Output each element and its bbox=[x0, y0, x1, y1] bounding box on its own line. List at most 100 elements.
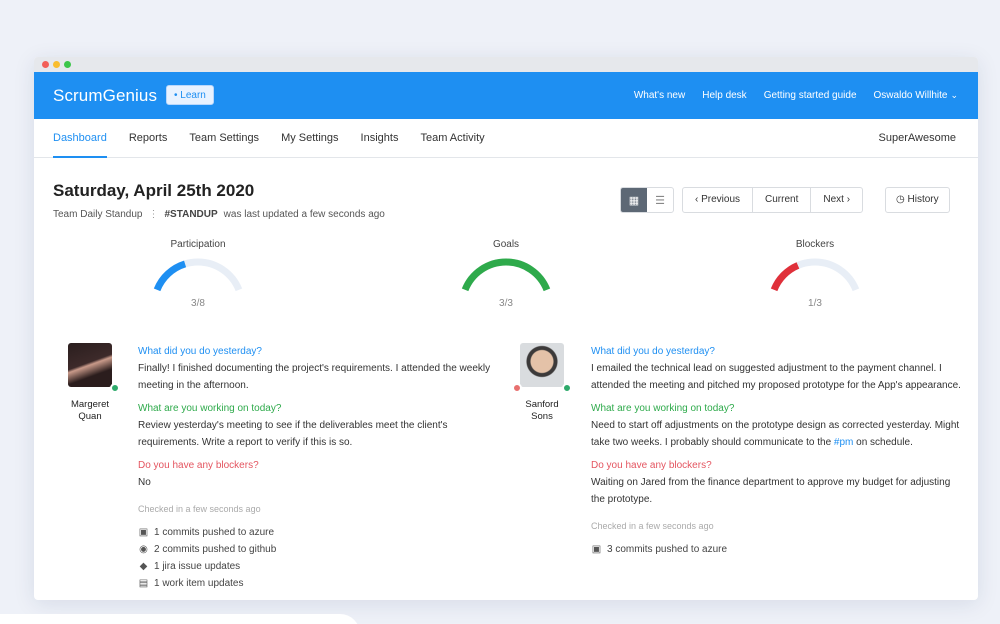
app-window: ScrumGenius • Learn What's new Help desk… bbox=[34, 57, 978, 600]
close-window-icon[interactable] bbox=[42, 61, 49, 68]
online-status-icon bbox=[110, 383, 120, 393]
whats-new-link[interactable]: What's new bbox=[634, 90, 685, 101]
decorative-shape bbox=[0, 614, 360, 624]
checked-in-time: Checked in a few seconds ago bbox=[138, 504, 261, 514]
activity-text: 1 jira issue updates bbox=[154, 561, 241, 572]
gauge-value: 1/3 bbox=[808, 298, 822, 309]
answer-blockers: No bbox=[138, 477, 151, 488]
answer-yesterday: I emailed the technical lead on suggeste… bbox=[591, 363, 961, 391]
azure-icon: ▣ bbox=[591, 544, 602, 555]
gauge-value: 3/8 bbox=[191, 298, 205, 309]
member-last-name: Quan bbox=[78, 411, 102, 422]
grid-view-icon[interactable]: ▦ bbox=[621, 188, 647, 212]
question-yesterday: What did you do yesterday? bbox=[591, 346, 715, 357]
blockers-arc bbox=[770, 258, 860, 292]
member-name: Margeret Quan bbox=[60, 399, 120, 423]
top-navbar: ScrumGenius • Learn What's new Help desk… bbox=[34, 72, 978, 119]
chevron-right-icon: › bbox=[843, 194, 851, 205]
question-blockers: Do you have any blockers? bbox=[138, 460, 259, 471]
activity-text: 3 commits pushed to azure bbox=[607, 544, 728, 555]
user-name: Oswaldo Willhite bbox=[873, 90, 948, 101]
gauge-label: Blockers bbox=[795, 239, 835, 250]
github-icon: ◉ bbox=[139, 544, 148, 555]
member-name: Sanford Sons bbox=[512, 399, 572, 423]
gauge-label: Participation bbox=[170, 239, 226, 250]
question-today: What are you working on today? bbox=[591, 403, 735, 414]
activity-item[interactable]: ▣ 1 commits pushed to azure bbox=[138, 524, 510, 541]
tenant-name[interactable]: SuperAwesome bbox=[879, 119, 956, 158]
member-card-sanford[interactable]: Sanford Sons bbox=[512, 343, 572, 423]
member-card-margeret[interactable]: Margeret Quan bbox=[60, 343, 120, 423]
activity-item[interactable]: ▣ 3 commits pushed to azure bbox=[591, 541, 961, 558]
previous-button[interactable]: ‹ Previous bbox=[683, 188, 754, 212]
help-desk-link[interactable]: Help desk bbox=[702, 90, 746, 101]
chevron-down-icon: ⌄ bbox=[950, 90, 958, 100]
member-last-name: Sons bbox=[531, 411, 553, 422]
tab-dashboard[interactable]: Dashboard bbox=[53, 119, 107, 158]
getting-started-link[interactable]: Getting started guide bbox=[764, 90, 857, 101]
pm-tag-link[interactable]: #pm bbox=[834, 437, 853, 448]
activity-text: 1 commits pushed to azure bbox=[154, 527, 275, 538]
jira-icon: ◆ bbox=[139, 561, 148, 572]
tab-insights[interactable]: Insights bbox=[361, 119, 399, 158]
window-chrome bbox=[34, 57, 978, 72]
member-answers: What did you do yesterday? Finally! I fi… bbox=[138, 343, 510, 592]
gauge-value: 3/3 bbox=[499, 298, 513, 309]
clock-icon: ◷ bbox=[896, 194, 908, 205]
learn-button[interactable]: • Learn bbox=[166, 85, 214, 105]
azure-icon: ▣ bbox=[138, 527, 149, 538]
member-first-name: Margeret bbox=[70, 399, 109, 410]
avatar[interactable] bbox=[68, 343, 120, 393]
previous-label: Previous bbox=[701, 194, 741, 205]
participation-gauge: Participation 3/8 bbox=[118, 239, 278, 329]
brand-logo[interactable]: ScrumGenius bbox=[53, 86, 157, 106]
question-today: What are you working on today? bbox=[138, 403, 282, 414]
view-toggle: ▦ ☰ bbox=[620, 187, 674, 213]
activity-text: 1 work item updates bbox=[154, 578, 244, 589]
answer-blockers: Waiting on Jared from the finance depart… bbox=[591, 477, 951, 505]
top-links: What's new Help desk Getting started gui… bbox=[634, 72, 958, 119]
maximize-window-icon[interactable] bbox=[64, 61, 71, 68]
activity-item[interactable]: ◆ 1 jira issue updates bbox=[138, 558, 510, 575]
question-blockers: Do you have any blockers? bbox=[591, 460, 712, 471]
gauge-fill bbox=[461, 258, 551, 292]
answer-today: Review yesterday's meeting to see if the… bbox=[138, 420, 448, 448]
work-item-icon: ▤ bbox=[138, 578, 149, 589]
answer-today: Need to start off adjustments on the pro… bbox=[591, 417, 961, 451]
history-label: History bbox=[907, 194, 939, 205]
history-button[interactable]: ◷ History bbox=[885, 187, 950, 213]
user-menu[interactable]: Oswaldo Willhite ⌄ bbox=[874, 90, 958, 101]
tab-team-settings[interactable]: Team Settings bbox=[189, 119, 259, 158]
date-pager: ‹ Previous Current Next › bbox=[682, 187, 864, 213]
page-title: Saturday, April 25th 2020 bbox=[53, 181, 255, 200]
away-status-icon bbox=[512, 383, 522, 393]
next-button[interactable]: Next › bbox=[811, 188, 862, 212]
current-button[interactable]: Current bbox=[753, 188, 812, 212]
more-options-icon[interactable]: ⋮ bbox=[149, 209, 159, 220]
goals-gauge: Goals 3/3 bbox=[426, 239, 586, 329]
activity-item[interactable]: ▤ 1 work item updates bbox=[138, 575, 510, 592]
standup-subtitle: Team Daily Standup ⋮ #STANDUP was last u… bbox=[53, 209, 385, 220]
answer-yesterday: Finally! I finished documenting the proj… bbox=[138, 363, 491, 391]
minimize-window-icon[interactable] bbox=[53, 61, 60, 68]
avatar[interactable] bbox=[512, 343, 572, 393]
online-status-icon bbox=[562, 383, 572, 393]
gauge-label: Goals bbox=[492, 239, 520, 250]
blockers-gauge: Blockers 1/3 bbox=[735, 239, 895, 329]
member-answers: What did you do yesterday? I emailed the… bbox=[591, 343, 961, 558]
standup-name[interactable]: Team Daily Standup bbox=[53, 209, 143, 220]
tab-my-settings[interactable]: My Settings bbox=[281, 119, 338, 158]
updated-text: was last updated a few seconds ago bbox=[223, 209, 385, 220]
activity-item[interactable]: ◉ 2 commits pushed to github bbox=[138, 541, 510, 558]
activity-text: 2 commits pushed to github bbox=[154, 544, 277, 555]
goals-arc bbox=[461, 258, 551, 292]
tab-team-activity[interactable]: Team Activity bbox=[420, 119, 484, 158]
list-view-icon[interactable]: ☰ bbox=[647, 188, 673, 212]
tab-reports[interactable]: Reports bbox=[129, 119, 168, 158]
next-label: Next bbox=[823, 194, 844, 205]
standup-tag: #STANDUP bbox=[164, 209, 218, 220]
answer-text: on schedule. bbox=[853, 437, 913, 448]
participation-arc bbox=[153, 258, 243, 292]
tab-bar: Dashboard Reports Team Settings My Setti… bbox=[34, 119, 978, 158]
member-first-name: Sanford bbox=[525, 399, 559, 410]
